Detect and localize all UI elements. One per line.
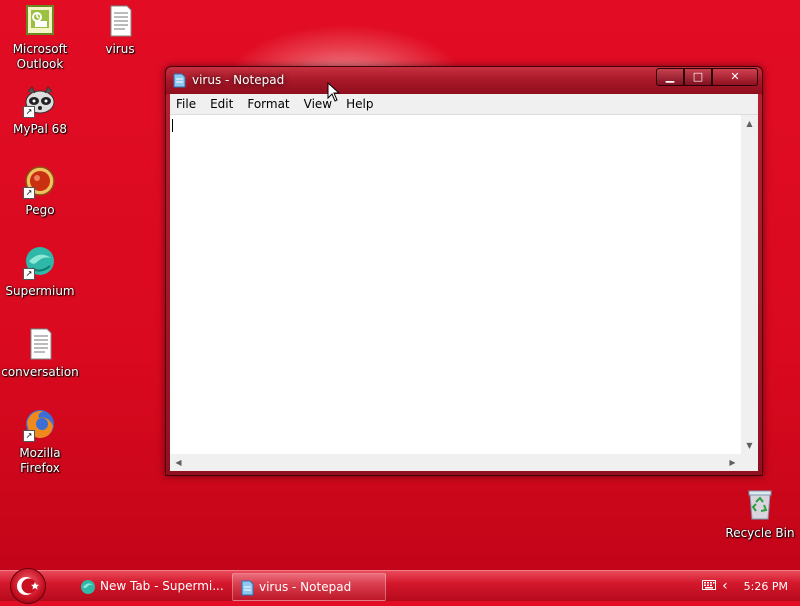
clock[interactable]: 5:26 PM [744, 580, 788, 593]
text-editor-area[interactable]: ▲ ▼ ◀ ▶ [170, 115, 758, 471]
pego-icon: ↗ [23, 165, 57, 199]
menu-file[interactable]: File [170, 97, 204, 111]
menu-help[interactable]: Help [340, 97, 381, 111]
desktop-icon-pego[interactable]: ↗ Pego [0, 165, 80, 218]
mypal-icon: ↗ [23, 84, 57, 118]
desktop-icon-outlook[interactable]: Microsoft Outlook [0, 4, 80, 72]
taskbar-item-supermium[interactable]: New Tab - Supermi... [74, 573, 226, 599]
mouse-cursor-icon [327, 82, 341, 102]
menu-format[interactable]: Format [241, 97, 297, 111]
firefox-icon: ↗ [23, 408, 57, 442]
title-bar[interactable]: virus - Notepad ▁ □ ✕ [166, 67, 762, 94]
menu-bar: File Edit Format View Help [170, 94, 758, 115]
scrollbar-corner [741, 454, 758, 471]
scroll-right-icon[interactable]: ▶ [724, 454, 741, 471]
shortcut-arrow-icon: ↗ [23, 187, 35, 199]
supermium-icon [80, 578, 96, 594]
horizontal-scrollbar[interactable]: ◀ ▶ [170, 454, 741, 471]
text-file-icon [103, 4, 137, 38]
taskbar: New Tab - Supermi... virus - Notepad ‹ 5… [0, 568, 800, 604]
desktop-icon-recycle-bin[interactable]: Recycle Bin [720, 488, 800, 541]
shortcut-arrow-icon: ↗ [23, 268, 35, 280]
text-caret [172, 119, 173, 132]
scroll-down-icon[interactable]: ▼ [741, 437, 758, 454]
desktop-icon-supermium[interactable]: ↗ Supermium [0, 246, 80, 299]
keyboard-icon[interactable] [702, 579, 717, 593]
shortcut-arrow-icon: ↗ [23, 430, 35, 442]
vertical-scrollbar[interactable]: ▲ ▼ [741, 115, 758, 454]
close-button[interactable]: ✕ [712, 68, 758, 86]
taskbar-item-label: New Tab - Supermi... [100, 579, 224, 593]
desktop-icon-virus[interactable]: virus [80, 4, 160, 57]
desktop-icon-conversation[interactable]: conversation [0, 327, 80, 380]
notepad-window[interactable]: virus - Notepad ▁ □ ✕ File Edit Format V… [165, 66, 763, 476]
show-hidden-icons-chevron-icon[interactable]: ‹ [722, 578, 728, 594]
desktop-icon-mypal[interactable]: ↗ MyPal 68 [0, 84, 80, 137]
taskbar-item-label: virus - Notepad [259, 580, 352, 594]
desktop-icon-label: conversation [1, 365, 79, 379]
desktop-icon-label: Microsoft Outlook [12, 42, 68, 71]
desktop-icon-label: Pego [25, 203, 55, 217]
supermium-icon: ↗ [23, 246, 57, 280]
shortcut-arrow-icon: ↗ [23, 106, 35, 118]
maximize-button[interactable]: □ [684, 68, 712, 86]
window-title: virus - Notepad [192, 73, 285, 87]
scroll-left-icon[interactable]: ◀ [170, 454, 187, 471]
text-file-icon [23, 327, 57, 361]
recycle-bin-icon [743, 488, 777, 522]
window-controls: ▁ □ ✕ [656, 68, 758, 86]
notepad-icon [172, 73, 186, 88]
desktop-icon-firefox[interactable]: ↗ Mozilla Firefox [0, 408, 80, 476]
scroll-up-icon[interactable]: ▲ [741, 115, 758, 132]
desktop-icon-label: MyPal 68 [13, 122, 67, 136]
desktop-icon-label: Recycle Bin [725, 526, 795, 540]
menu-edit[interactable]: Edit [204, 97, 241, 111]
start-orb-icon [17, 577, 39, 595]
desktop-icon-label: Supermium [5, 284, 75, 298]
minimize-button[interactable]: ▁ [656, 68, 684, 86]
desktop-icon-label: virus [105, 42, 135, 56]
desktop-icon-label: Mozilla Firefox [19, 446, 61, 475]
system-tray: ‹ 5:26 PM [702, 571, 800, 601]
start-button[interactable] [10, 568, 46, 604]
taskbar-item-notepad[interactable]: virus - Notepad [232, 573, 386, 601]
notepad-icon [239, 579, 255, 595]
outlook-icon [23, 4, 57, 38]
